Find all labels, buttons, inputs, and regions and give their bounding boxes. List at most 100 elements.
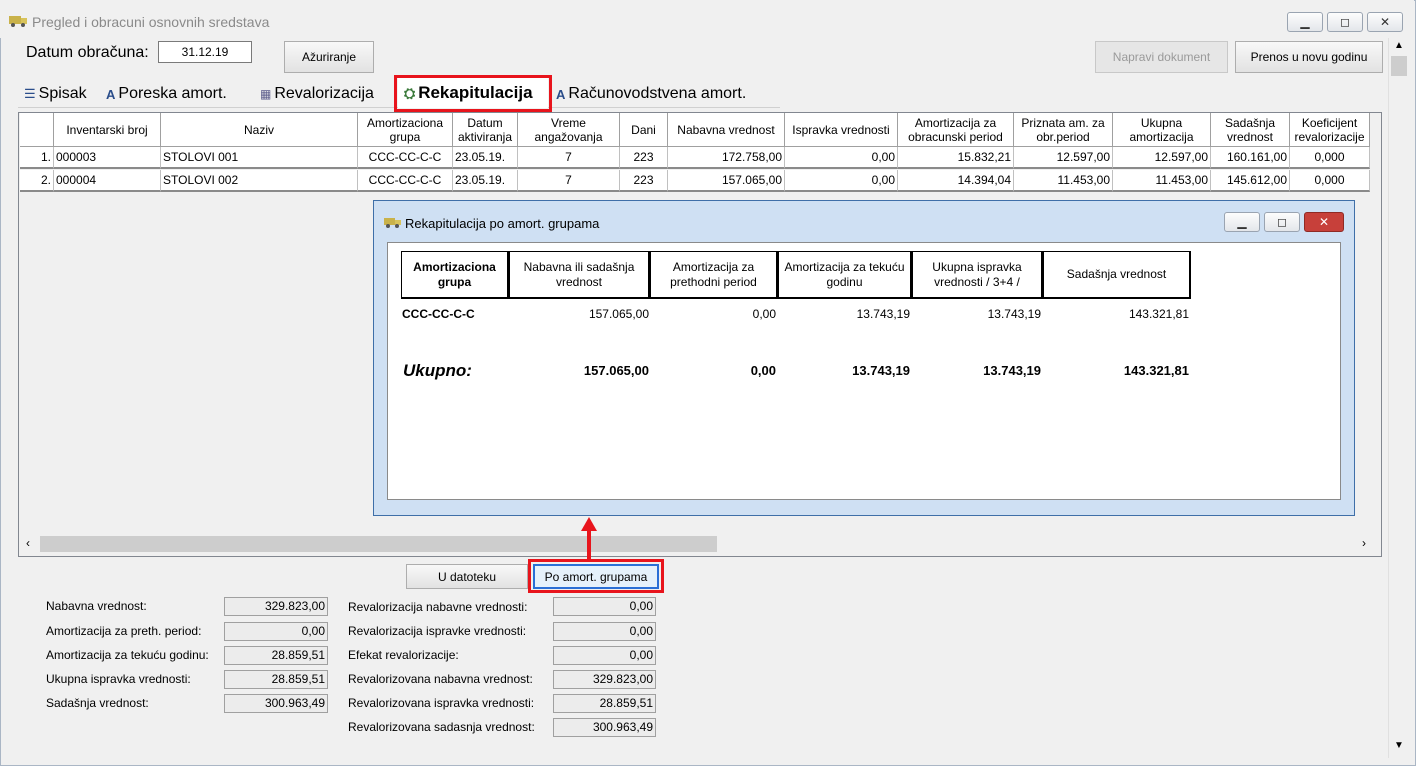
truck-icon — [384, 218, 401, 228]
summary-value: 28.859,51 — [224, 646, 328, 665]
col-header-datum[interactable]: Datum aktiviranja — [453, 113, 518, 147]
to-file-button[interactable]: U datoteku — [406, 564, 528, 589]
grid-icon: ▦ — [260, 87, 272, 101]
table-cell[interactable]: 15.832,21 — [898, 147, 1014, 169]
row-number-header — [20, 113, 54, 147]
dialog-row-ukupna: 13.743,19 — [987, 307, 1041, 321]
dialog-total-nabavna: 157.065,00 — [583, 363, 649, 378]
tab-label: Revalorizacija — [274, 85, 374, 102]
col-header-naziv[interactable]: Naziv — [161, 113, 358, 147]
summary-value: 0,00 — [553, 622, 656, 641]
horizontal-scrollbar[interactable]: ‹ › — [20, 535, 1380, 553]
tab-label: Računovodstvena amort. — [568, 85, 747, 102]
table-cell[interactable]: 223 — [620, 170, 668, 192]
dialog-col-tekuca: Amortizacija za tekuću godinu — [778, 251, 912, 299]
table-cell[interactable]: 7 — [518, 170, 620, 192]
scroll-thumb[interactable] — [1391, 56, 1407, 76]
dialog-total-sadasnja: 143.321,81 — [1123, 363, 1189, 378]
red-arrow-annotation — [581, 517, 597, 562]
update-button[interactable]: Ažuriranje — [284, 41, 374, 73]
table-cell[interactable]: 223 — [620, 147, 668, 169]
truck-icon — [9, 16, 27, 27]
dialog-row-prethodni: 0,00 — [752, 307, 776, 321]
col-header-vreme[interactable]: Vreme angažovanja — [518, 113, 620, 147]
table-cell[interactable]: STOLOVI 002 — [161, 170, 358, 192]
summary-label: Efekat revalorizacije: — [348, 648, 459, 662]
col-header-inv[interactable]: Inventarski broj — [54, 113, 161, 147]
col-header-ispravka[interactable]: Ispravka vrednosti — [785, 113, 898, 147]
scroll-right-icon[interactable]: › — [1362, 536, 1366, 550]
summary-label: Amortizacija za preth. period: — [46, 624, 202, 638]
scroll-left-icon[interactable]: ‹ — [26, 536, 30, 550]
dialog-col-ukupna: Ukupna ispravka vrednosti / 3+4 / — [912, 251, 1043, 299]
col-header-nabavna[interactable]: Nabavna vrednost — [668, 113, 785, 147]
col-header-amort-period[interactable]: Amortizacija za obracunski period — [898, 113, 1014, 147]
summary-value: 28.859,51 — [553, 694, 656, 713]
letter-a-icon: A — [556, 86, 566, 102]
table-cell[interactable]: 11.453,00 — [1113, 170, 1211, 192]
row-number: 1. — [20, 147, 54, 169]
table-cell[interactable]: 7 — [518, 147, 620, 169]
scroll-up-icon[interactable]: ▲ — [1394, 40, 1404, 51]
summary-label: Revalorizovana nabavna vrednost: — [348, 672, 533, 686]
col-header-grupa[interactable]: Amortizaciona grupa — [358, 113, 453, 147]
table-cell[interactable]: 11.453,00 — [1014, 170, 1113, 192]
summary-label: Sadašnja vrednost: — [46, 696, 149, 710]
dialog-minimize-button[interactable]: ▁ — [1224, 212, 1260, 232]
dialog-total-prethodni: 0,00 — [750, 363, 776, 378]
table-cell[interactable]: 157.065,00 — [668, 170, 785, 192]
scroll-thumb[interactable] — [40, 536, 717, 552]
summary-label: Nabavna vrednost: — [46, 599, 147, 613]
table-cell[interactable]: 0,00 — [785, 147, 898, 169]
dialog-row-grupa: CCC-CC-C-C — [402, 307, 475, 321]
summary-value: 300.963,49 — [553, 718, 656, 737]
tab-revalorizacija[interactable]: ▦ Revalorizacija — [260, 81, 390, 107]
minimize-icon: ▁ — [1237, 215, 1247, 229]
table-cell[interactable]: 0,000 — [1290, 147, 1370, 169]
table-cell[interactable]: CCC-CC-C-C — [358, 147, 453, 169]
col-header-dani[interactable]: Dani — [620, 113, 668, 147]
vertical-scrollbar[interactable]: ▲ ▼ — [1388, 38, 1408, 758]
tab-poreska[interactable]: A Poreska amort. — [106, 81, 254, 107]
table-cell[interactable]: 000004 — [54, 170, 161, 192]
dialog-row-sadasnja: 143.321,81 — [1128, 307, 1189, 321]
table-cell[interactable]: 12.597,00 — [1014, 147, 1113, 169]
table-cell[interactable]: 12.597,00 — [1113, 147, 1211, 169]
tab-spisak[interactable]: ☰ Spisak — [24, 81, 102, 107]
dialog-row-tekuca: 13.743,19 — [856, 307, 910, 321]
minimize-button[interactable]: ▁ — [1287, 12, 1323, 32]
col-header-sadasnja[interactable]: Sadašnja vrednost — [1211, 113, 1290, 147]
col-header-priznata[interactable]: Priznata am. za obr.period — [1014, 113, 1113, 147]
table-cell[interactable]: 14.394,04 — [898, 170, 1014, 192]
table-cell[interactable]: 0,00 — [785, 170, 898, 192]
table-cell[interactable]: 145.612,00 — [1211, 170, 1290, 192]
dialog-close-button[interactable]: ✕ — [1304, 212, 1344, 232]
dialog-maximize-button[interactable]: ◻ — [1264, 212, 1300, 232]
col-header-ukupna[interactable]: Ukupna amortizacija — [1113, 113, 1211, 147]
summary-value: 0,00 — [553, 597, 656, 616]
summary-label: Ukupna ispravka vrednosti: — [46, 672, 191, 686]
table-cell[interactable]: STOLOVI 001 — [161, 147, 358, 169]
row-number: 2. — [20, 170, 54, 192]
date-input[interactable]: 31.12.19 — [158, 41, 252, 63]
col-header-koef[interactable]: Koeficijent revalorizacije — [1290, 113, 1370, 147]
table-cell[interactable]: 000003 — [54, 147, 161, 169]
transfer-year-button[interactable]: Prenos u novu godinu — [1235, 41, 1383, 73]
list-icon: ☰ — [24, 86, 36, 101]
table-cell[interactable]: 23.05.19. — [453, 147, 518, 169]
close-button[interactable]: ✕ — [1367, 12, 1403, 32]
window-title: Pregled i obracuni osnovnih sredstava — [32, 14, 270, 30]
summary-label: Revalorizovana ispravka vrednosti: — [348, 696, 535, 710]
make-document-button[interactable]: Napravi dokument — [1095, 41, 1228, 73]
table-cell[interactable]: 160.161,00 — [1211, 147, 1290, 169]
table-cell[interactable]: 23.05.19. — [453, 170, 518, 192]
highlight-box-button — [528, 559, 664, 593]
dialog-col-sadasnja: Sadašnja vrednost — [1043, 251, 1191, 299]
minimize-icon: ▁ — [1300, 15, 1310, 29]
maximize-button[interactable]: ◻ — [1327, 12, 1363, 32]
tab-racunovodstvena[interactable]: A Računovodstvena amort. — [556, 81, 770, 107]
table-cell[interactable]: 172.758,00 — [668, 147, 785, 169]
table-cell[interactable]: CCC-CC-C-C — [358, 170, 453, 192]
scroll-down-icon[interactable]: ▼ — [1394, 740, 1404, 751]
table-cell[interactable]: 0,000 — [1290, 170, 1370, 192]
